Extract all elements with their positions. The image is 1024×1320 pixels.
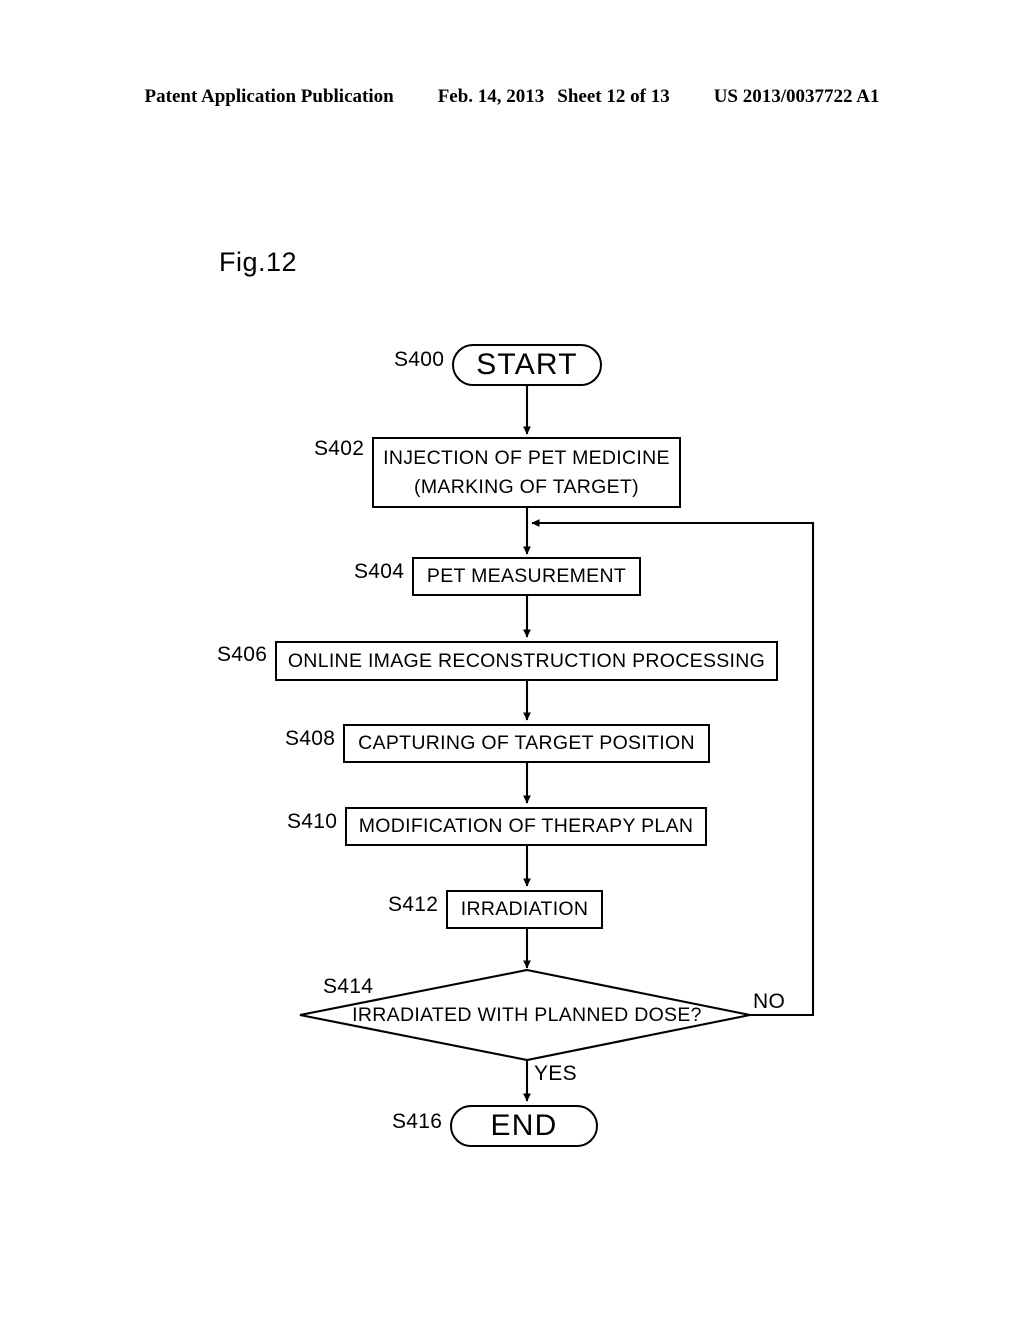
node-s410-modification-plan[interactable]: MODIFICATION OF THERAPY PLAN [345, 807, 707, 846]
node-s408-capturing-target[interactable]: CAPTURING OF TARGET POSITION [343, 724, 710, 763]
step-tag-s400: S400 [394, 348, 445, 371]
node-s414-label[interactable]: IRRADIATED WITH PLANNED DOSE? [327, 1004, 727, 1027]
node-s402-label-line2: (MARKING OF TARGET) [414, 475, 639, 498]
connector-s414-no-feedback [531, 519, 815, 1017]
branch-label-yes: YES [534, 1062, 577, 1085]
node-s408-label: CAPTURING OF TARGET POSITION [358, 732, 695, 755]
node-s400-start[interactable]: START [452, 344, 602, 386]
node-s404-pet-measurement[interactable]: PET MEASUREMENT [412, 557, 641, 596]
step-tag-s404: S404 [354, 560, 405, 583]
node-s416-end[interactable]: END [450, 1105, 598, 1147]
step-tag-s410: S410 [287, 810, 338, 833]
node-s406-label: ONLINE IMAGE RECONSTRUCTION PROCESSING [287, 649, 766, 672]
step-tag-s408: S408 [285, 727, 336, 750]
step-tag-s412: S412 [388, 893, 439, 916]
step-tag-s402: S402 [314, 437, 365, 460]
node-s406-online-reconstruction[interactable]: ONLINE IMAGE RECONSTRUCTION PROCESSING [275, 641, 778, 681]
step-tag-s416: S416 [392, 1110, 443, 1133]
step-tag-s406: S406 [217, 643, 268, 666]
node-s404-label: PET MEASUREMENT [426, 565, 627, 588]
node-s412-irradiation[interactable]: IRRADIATION [446, 890, 603, 929]
node-s416-label: END [490, 1109, 558, 1143]
step-tag-s414: S414 [323, 975, 374, 998]
branch-label-no: NO [753, 990, 786, 1013]
node-s400-label: START [476, 348, 578, 382]
node-s402-label-line1: INJECTION OF PET MEDICINE [383, 447, 670, 470]
node-s410-label: MODIFICATION OF THERAPY PLAN [358, 815, 694, 838]
node-s412-label: IRRADIATION [460, 898, 589, 921]
node-s402-injection[interactable]: INJECTION OF PET MEDICINE (MARKING OF TA… [372, 437, 681, 508]
